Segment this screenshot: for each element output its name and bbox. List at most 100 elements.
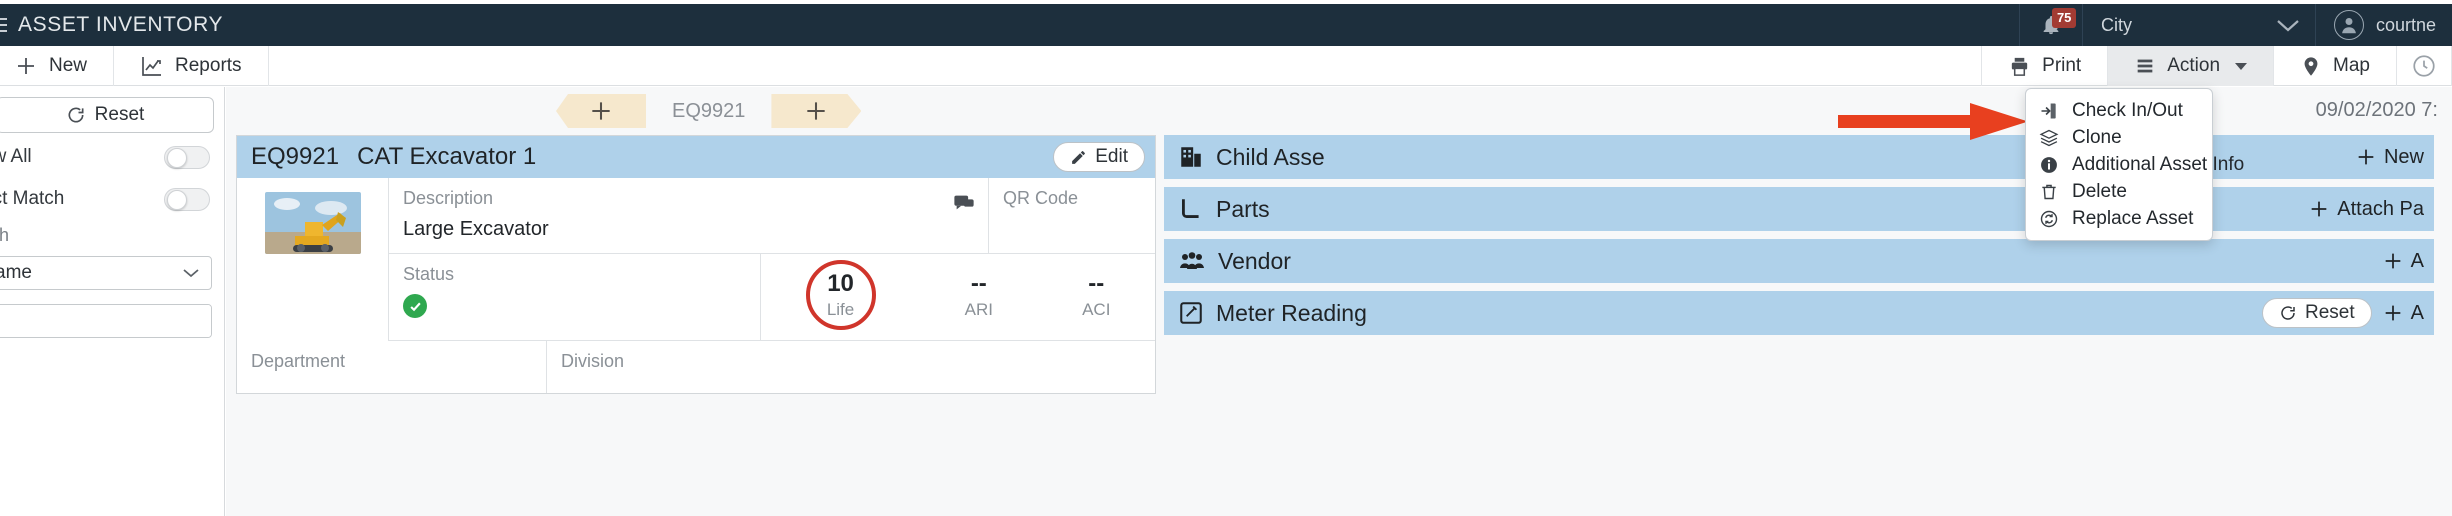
panel-meter-reading-title: Meter Reading: [1216, 299, 1367, 326]
excavator-thumbnail: [264, 192, 361, 254]
add-asset-chip-right[interactable]: [771, 94, 861, 128]
search-input[interactable]: [0, 305, 211, 337]
metric-aci-value: --: [1088, 270, 1105, 297]
description-value: Large Excavator: [403, 218, 549, 240]
asset-detail-card: EQ9921 CAT Excavator 1 Edit Description …: [236, 135, 1156, 394]
notification-count-badge: 75: [2051, 8, 2077, 28]
metric-aci-label: ACI: [1082, 300, 1111, 319]
reports-button[interactable]: Reports: [114, 46, 269, 86]
user-avatar-icon: [2333, 10, 2364, 40]
notifications-button[interactable]: 75: [2020, 4, 2082, 46]
left-sidebar: Reset ow All act Match rch ame: [0, 87, 225, 516]
panel-parts[interactable]: Parts Attach Pa: [1164, 187, 2434, 231]
metric-life-value: 10: [827, 270, 854, 297]
plus-icon: [2382, 302, 2404, 324]
menu-item-check-in-out[interactable]: Check In/Out: [2026, 97, 2212, 124]
description-label: Description: [403, 188, 494, 208]
toggle-exact-match-label: act Match: [0, 188, 65, 209]
reports-button-label: Reports: [175, 55, 242, 76]
menu-item-additional-asset-info[interactable]: Additional Asset Info: [2026, 151, 2244, 178]
menu-item-delete-label: Delete: [2072, 180, 2127, 202]
map-pin-icon: [2300, 55, 2322, 78]
user-menu[interactable]: courtne: [2316, 4, 2452, 46]
comment-icon[interactable]: [952, 192, 976, 214]
sidebar-reset-button[interactable]: Reset: [0, 97, 214, 133]
asset-metrics: 10 Life -- ARI -- ACI: [761, 254, 1155, 340]
chevron-down-icon: [2275, 17, 2301, 33]
add-asset-chip-left[interactable]: [556, 94, 646, 128]
print-button[interactable]: Print: [1981, 46, 2109, 86]
menu-item-replace-asset[interactable]: Replace Asset: [2026, 205, 2212, 232]
hamburger-menu-icon[interactable]: [0, 4, 12, 46]
clone-layers-icon: [2039, 128, 2059, 148]
child-assets-new-button[interactable]: New: [2355, 146, 2424, 169]
panel-vendor-title: Vendor: [1218, 247, 1291, 274]
plus-icon: [2382, 250, 2404, 272]
history-back-icon: [2411, 53, 2437, 79]
sidebar-toggle-show-all[interactable]: ow All: [0, 139, 224, 175]
sidebar-field-select-value: ame: [0, 262, 32, 283]
menu-item-clone-label: Clone: [2072, 126, 2122, 148]
asset-name: CAT Excavator 1: [357, 143, 537, 170]
user-name: courtne: [2375, 14, 2436, 35]
qr-code-cell: QR Code: [989, 178, 1155, 253]
history-button[interactable]: [2396, 46, 2452, 86]
edit-asset-button[interactable]: Edit: [1053, 142, 1145, 172]
new-button[interactable]: New: [0, 46, 115, 86]
toggle-exact-match-switch[interactable]: [164, 187, 210, 211]
metric-life-label: Life: [826, 300, 855, 319]
app-root: ASSET INVENTORY 75 City courtne New Repo…: [0, 0, 2452, 516]
division-cell: Division: [547, 341, 1155, 393]
vendor-people-icon: [1178, 248, 1206, 274]
action-button[interactable]: Action: [2107, 46, 2275, 86]
menu-item-check-in-out-label: Check In/Out: [2072, 99, 2183, 121]
sidebar-search-hint: rch: [0, 225, 10, 245]
pencil-icon: [1070, 149, 1087, 166]
map-button[interactable]: Map: [2273, 46, 2397, 86]
vendor-add-button[interactable]: A: [2382, 250, 2424, 273]
qr-code-label: QR Code: [1003, 188, 1079, 208]
asset-fields-column: Description Large Excavator QR Code Stat…: [389, 178, 1155, 341]
department-cell: Department: [237, 341, 547, 393]
plus-icon: [2308, 198, 2330, 220]
panel-parts-actions: Attach Pa: [2308, 198, 2424, 221]
asset-photo-cell[interactable]: [237, 178, 389, 341]
menu-item-clone[interactable]: Clone: [2026, 124, 2212, 151]
printer-icon: [2008, 55, 2031, 78]
org-selector-dropdown[interactable]: City: [2083, 4, 2315, 46]
toggle-show-all-switch[interactable]: [164, 145, 210, 169]
plus-icon: [803, 98, 829, 124]
menu-item-additional-asset-info-label: Additional Asset Info: [2072, 153, 2245, 175]
replace-refresh-icon: [2039, 209, 2059, 229]
asset-row-status: Status 10 Life -- ARI -- ACI: [389, 254, 1155, 341]
page-title: ASSET INVENTORY: [18, 13, 224, 36]
header-right-group: 75 City courtne: [2018, 4, 2452, 46]
attach-part-button[interactable]: Attach Pa: [2308, 198, 2424, 221]
org-selector-value: City: [2100, 14, 2132, 35]
caret-down-icon: [2235, 62, 2248, 70]
metric-ari-label: ARI: [964, 300, 993, 319]
meter-add-label: A: [2410, 301, 2424, 324]
metric-ari-value: --: [970, 270, 987, 297]
panel-meter-reading-actions: Reset A: [2262, 298, 2424, 328]
meter-add-button[interactable]: A: [2382, 302, 2424, 325]
panel-vendor-actions: A: [2382, 250, 2424, 273]
sidebar-reset-label: Reset: [94, 104, 145, 125]
current-asset-chip-label[interactable]: EQ9921: [646, 100, 771, 123]
plus-icon: [14, 54, 38, 78]
menu-item-replace-asset-label: Replace Asset: [2072, 207, 2194, 229]
sidebar-toggle-exact-match[interactable]: act Match: [0, 181, 224, 217]
action-button-label: Action: [2167, 55, 2221, 76]
panel-meter-reading[interactable]: Meter Reading Reset A: [1164, 291, 2434, 335]
top-header-bar: ASSET INVENTORY 75 City courtne: [0, 4, 2452, 46]
check-in-out-icon: [2039, 101, 2059, 121]
meter-reset-button[interactable]: Reset: [2262, 298, 2372, 328]
asset-card-body: Description Large Excavator QR Code Stat…: [237, 178, 1155, 341]
panel-vendor[interactable]: Vendor A: [1164, 239, 2434, 283]
sidebar-field-select[interactable]: ame: [0, 256, 212, 290]
menu-item-delete[interactable]: Delete: [2026, 178, 2212, 205]
print-button-label: Print: [2042, 55, 2082, 76]
new-button-label: New: [49, 55, 88, 76]
main-toolbar: New Reports Print Action Map: [0, 46, 2452, 86]
toolbar-right-group: Print Action Map: [1981, 46, 2452, 86]
